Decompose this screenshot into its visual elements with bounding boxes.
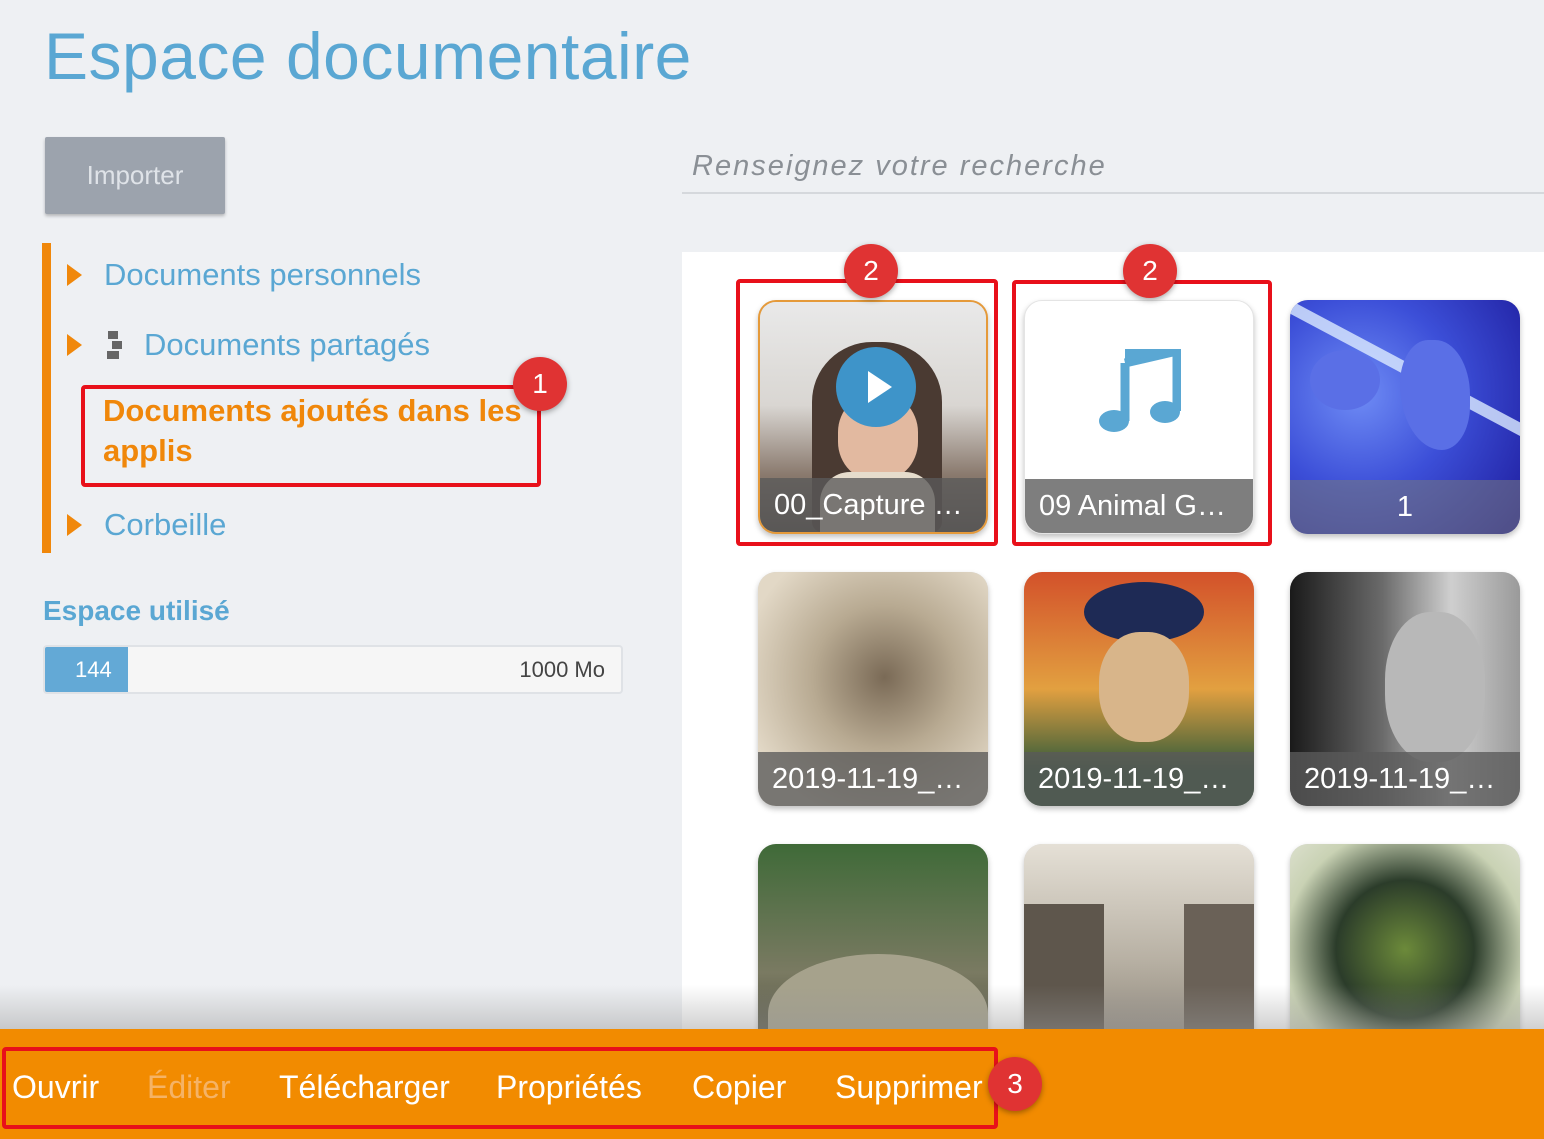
callout-box-1 [81,385,541,487]
bottom-shadow [0,985,1544,1030]
storage-title: Espace utilisé [43,595,230,626]
document-tile-image[interactable]: 2019-11-19_1… [1290,572,1520,806]
tree-item-shared[interactable]: Documents partagés [51,327,430,363]
tree-item-label: Documents partagés [144,327,431,362]
document-tile-image[interactable]: 2019-11-19_1… [1024,572,1254,806]
caret-right-icon[interactable] [67,264,82,286]
storage-bar: 144 1000 Mo [43,645,623,694]
document-name: 2019-11-19_1… [1024,752,1254,806]
tree-item-label: Corbeille [104,507,227,542]
document-name: 2019-11-19_1… [1290,752,1520,806]
storage-used: 144 [75,657,112,682]
search-input[interactable] [682,140,1544,194]
annotation-badge-2-audio: 2 [1123,244,1177,298]
callout-box-2-video [736,279,998,546]
tree-item-label: Documents personnels [104,257,422,292]
annotation-badge-2-video: 2 [844,244,898,298]
storage-total: 1000 Mo [519,657,605,682]
callout-box-2-audio [1012,280,1272,546]
document-name: 1 [1290,480,1520,534]
document-name: 2019-11-19_1… [758,752,988,806]
tree-item-trash[interactable]: Corbeille [51,507,226,543]
annotation-badge-3: 3 [988,1057,1042,1111]
import-button[interactable]: Importer [45,137,225,214]
tree-item-personal[interactable]: Documents personnels [51,257,421,293]
caret-right-icon[interactable] [67,514,82,536]
document-tile-image[interactable]: 1 [1290,300,1520,534]
document-tile-image[interactable]: 2019-11-19_1… [758,572,988,806]
annotation-badge-1: 1 [513,357,567,411]
page-title: Espace documentaire [44,19,692,93]
callout-box-3 [2,1047,998,1129]
caret-right-icon[interactable] [67,334,82,356]
share-icon [104,329,126,361]
